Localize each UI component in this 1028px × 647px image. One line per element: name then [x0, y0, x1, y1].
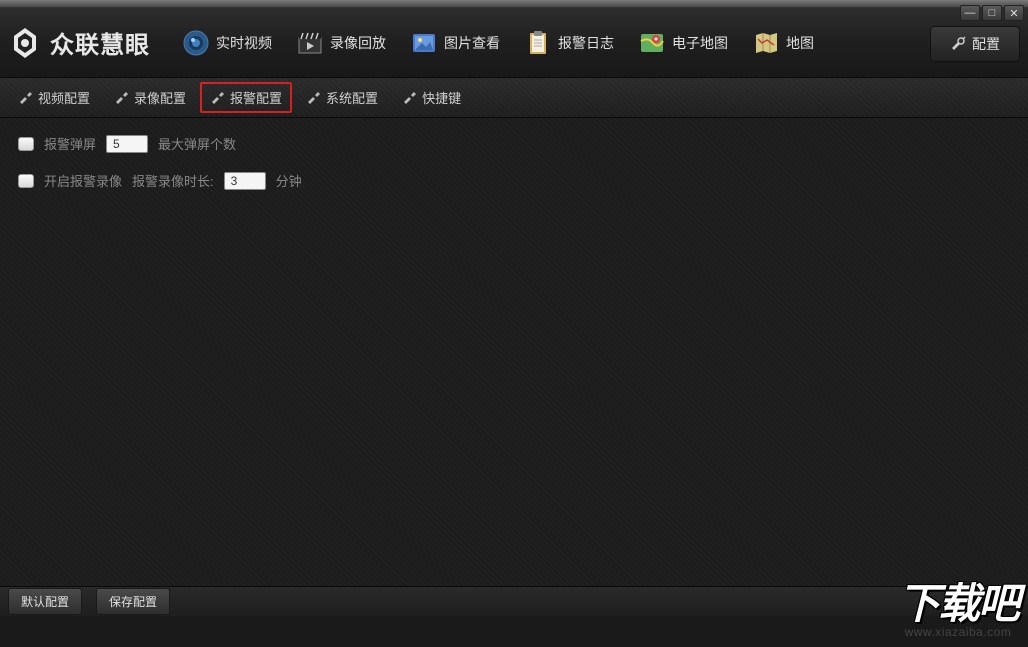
nav-label: 实时视频 [216, 33, 272, 53]
alarm-popup-checkbox[interactable] [18, 137, 34, 151]
clipboard-icon [524, 29, 552, 57]
content-panel: 报警弹屏 最大弹屏个数 开启报警录像 报警录像时长: 分钟 [0, 118, 1028, 586]
subnav-label: 录像配置 [134, 88, 186, 107]
tools-icon [402, 90, 418, 106]
title-bar [0, 0, 1028, 8]
max-popup-input[interactable] [106, 135, 148, 153]
subnav-alarm-config[interactable]: 报警配置 [200, 82, 292, 113]
nav-playback[interactable]: 录像回放 [284, 21, 398, 65]
close-button[interactable]: ✕ [1004, 5, 1024, 21]
nav-image-view[interactable]: 图片查看 [398, 21, 512, 65]
alarm-record-row: 开启报警录像 报警录像时长: 分钟 [18, 171, 1010, 190]
nav-label: 地图 [786, 33, 814, 53]
tools-icon [114, 90, 130, 106]
sub-nav: 视频配置 录像配置 报警配置 系统配置 快捷键 [0, 78, 1028, 118]
top-nav: 众联慧眼 实时视频 录像回放 图片查看 报警日志 电子地图 地图 [0, 8, 1028, 78]
tools-icon [18, 90, 34, 106]
subnav-shortcut[interactable]: 快捷键 [392, 82, 471, 113]
nav-label: 图片查看 [444, 33, 500, 53]
tools-icon [210, 90, 226, 106]
nav-alarm-log[interactable]: 报警日志 [512, 21, 626, 65]
alarm-record-checkbox[interactable] [18, 174, 34, 188]
maximize-button[interactable]: □ [982, 5, 1002, 21]
config-label: 配置 [972, 34, 1000, 54]
max-popup-suffix: 最大弹屏个数 [158, 134, 236, 153]
emap-icon [638, 29, 666, 57]
save-config-button[interactable]: 保存配置 [96, 588, 170, 615]
subnav-system-config[interactable]: 系统配置 [296, 82, 388, 113]
record-duration-prefix: 报警录像时长: [132, 171, 214, 190]
alarm-record-label: 开启报警录像 [44, 171, 122, 190]
picture-icon [410, 29, 438, 57]
alarm-popup-row: 报警弹屏 最大弹屏个数 [18, 134, 1010, 153]
camera-icon [182, 29, 210, 57]
subnav-label: 视频配置 [38, 88, 90, 107]
subnav-label: 报警配置 [230, 88, 282, 107]
watermark-url: www.xiazaiba.com [898, 625, 1018, 639]
app-logo: 众联慧眼 [8, 25, 150, 60]
subnav-label: 快捷键 [422, 88, 461, 107]
app-name: 众联慧眼 [50, 25, 150, 60]
window-controls: — □ ✕ [960, 5, 1024, 21]
clapperboard-icon [296, 29, 324, 57]
record-duration-suffix: 分钟 [276, 171, 302, 190]
default-config-button[interactable]: 默认配置 [8, 588, 82, 615]
subnav-record-config[interactable]: 录像配置 [104, 82, 196, 113]
nav-label: 报警日志 [558, 33, 614, 53]
config-button[interactable]: 配置 [930, 26, 1020, 62]
tools-icon [950, 36, 966, 52]
nav-label: 电子地图 [672, 33, 728, 53]
nav-emap[interactable]: 电子地图 [626, 21, 740, 65]
map-icon [752, 29, 780, 57]
nav-realtime-video[interactable]: 实时视频 [170, 21, 284, 65]
subnav-video-config[interactable]: 视频配置 [8, 82, 100, 113]
footer: 默认配置 保存配置 [0, 586, 1028, 616]
tools-icon [306, 90, 322, 106]
nav-label: 录像回放 [330, 33, 386, 53]
nav-map[interactable]: 地图 [740, 21, 826, 65]
subnav-label: 系统配置 [326, 88, 378, 107]
alarm-popup-label: 报警弹屏 [44, 134, 96, 153]
logo-icon [8, 26, 42, 60]
record-duration-input[interactable] [224, 172, 266, 190]
minimize-button[interactable]: — [960, 5, 980, 21]
